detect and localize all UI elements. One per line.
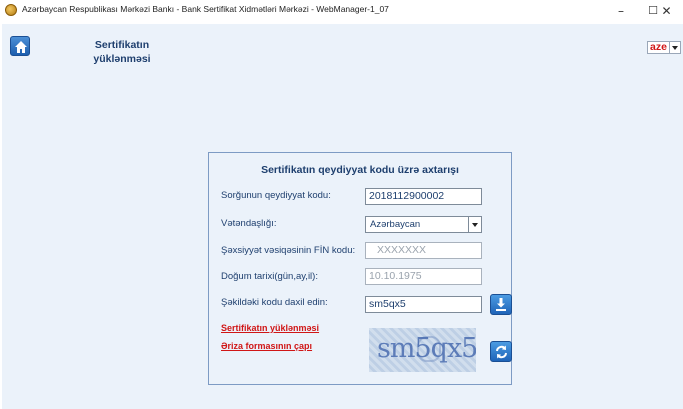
application-print-link[interactable]: Əriza formasının çapı — [221, 341, 312, 351]
app-content: Sertifikatın yüklənməsi aze Sertifikatın… — [2, 24, 683, 409]
captcha-input[interactable]: sm5qx5 — [365, 296, 482, 313]
captcha-input-label: Şəkildəki kodu daxil edin: — [221, 297, 328, 308]
page-title: Sertifikatın yüklənməsi — [82, 38, 162, 66]
language-select[interactable]: aze — [647, 41, 681, 54]
download-icon — [496, 298, 506, 311]
registration-code-label: Sorğunun qeydiyyat kodu: — [221, 190, 331, 201]
window-titlebar: Azərbaycan Respublikası Mərkəzi Bankı - … — [0, 0, 683, 22]
fin-code-label: Şəxsiyyət vəsiqəsinin FİN kodu: — [221, 245, 356, 256]
fin-code-input[interactable]: XXXXXXX — [365, 242, 482, 259]
close-button[interactable]: ✕ — [650, 0, 683, 22]
citizenship-select[interactable]: Azərbaycan — [365, 216, 482, 233]
captcha-image: sm5qx5 — [369, 328, 476, 372]
window-title: Azərbaycan Respublikası Mərkəzi Bankı - … — [22, 4, 389, 14]
birth-date-input[interactable]: 10.10.1975 — [365, 268, 482, 285]
search-panel: Sertifikatın qeydiyyat kodu üzrə axtarış… — [208, 152, 512, 385]
app-icon — [5, 4, 17, 16]
birth-date-label: Doğum tarixi(gün,ay,il): — [221, 271, 318, 282]
registration-code-input[interactable]: 2018112900002 — [365, 188, 482, 205]
refresh-icon — [496, 345, 507, 359]
certificate-download-link[interactable]: Sertifikatın yüklənməsi — [221, 323, 319, 333]
page-title-line2: yüklənməsi — [93, 53, 151, 65]
panel-heading: Sertifikatın qeydiyyat kodu üzrə axtarış… — [261, 164, 459, 176]
citizenship-label: Vətəndaşlığı: — [221, 218, 277, 229]
home-button[interactable] — [10, 36, 30, 56]
page-title-line1: Sertifikatın — [94, 39, 150, 51]
home-icon — [15, 41, 27, 53]
refresh-captcha-button[interactable] — [490, 341, 512, 362]
download-button[interactable] — [490, 294, 512, 315]
language-value: aze — [647, 41, 670, 54]
chevron-down-icon[interactable] — [669, 41, 681, 54]
captcha-image-text: sm5qx5 — [377, 333, 476, 364]
minimize-button[interactable]: – — [604, 0, 638, 22]
citizenship-value: Azərbaycan — [370, 219, 421, 230]
chevron-down-icon[interactable] — [468, 217, 481, 232]
